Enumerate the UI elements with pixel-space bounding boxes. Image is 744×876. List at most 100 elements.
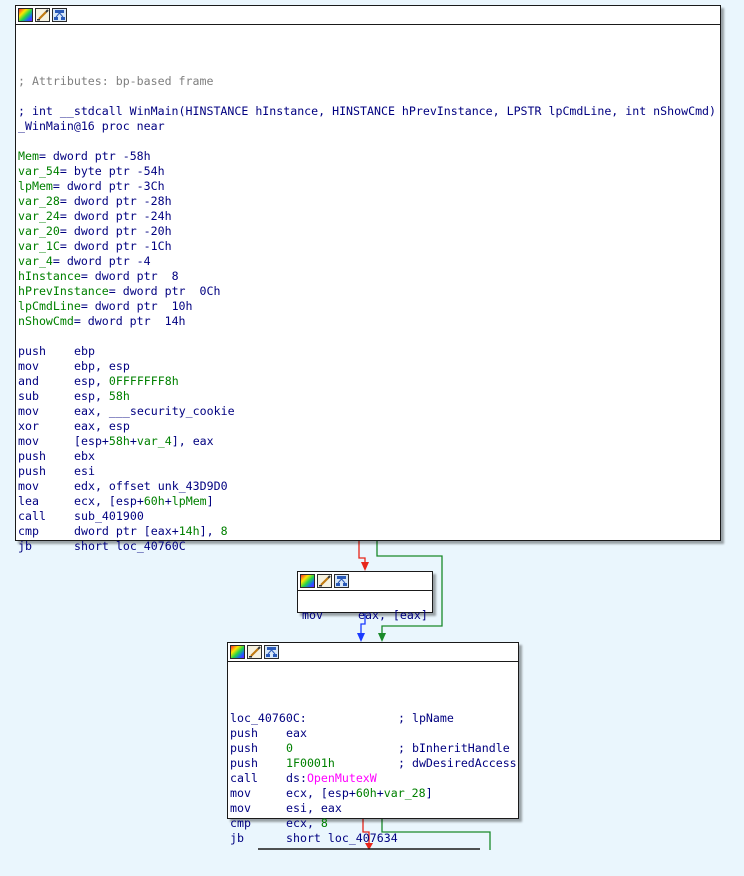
color-palette-icon[interactable]: [18, 8, 33, 22]
node-header: [16, 6, 720, 25]
stack-variable[interactable]: var_1C= dword ptr -1Ch: [18, 239, 720, 254]
operand-token: ___security_cookie: [108, 404, 235, 418]
operand-token[interactable]: OpenMutexW: [307, 771, 377, 785]
operand-token: ecx, [esp+: [74, 494, 144, 508]
operands: ebp, esp: [74, 359, 130, 373]
instruction-line[interactable]: mov ebp, esp: [18, 359, 720, 374]
instruction-line[interactable]: sub esp, 58h: [18, 389, 720, 404]
operand-token: 1F0001h: [286, 756, 335, 770]
variable-definition: = dword ptr -3Ch: [52, 179, 165, 193]
instruction-line[interactable]: call sub_401900: [18, 509, 720, 524]
stack-variable[interactable]: var_24= dword ptr -24h: [18, 209, 720, 224]
color-palette-icon[interactable]: [300, 574, 315, 588]
mnemonic: push: [18, 449, 46, 463]
graph-layout-icon[interactable]: [52, 8, 67, 22]
mnemonic: cmp: [18, 524, 39, 538]
operand-token: sub_401900: [74, 509, 144, 523]
operand-token: 8: [320, 816, 328, 830]
operand-token: 0: [286, 741, 293, 755]
graph-node-winmain[interactable]: ; Attributes: bp-based frame ; int __stdc…: [15, 5, 721, 553]
stack-variable[interactable]: var_20= dword ptr -20h: [18, 224, 720, 239]
operand-token: short loc_40760C: [74, 539, 186, 553]
operand-token: ],: [199, 524, 221, 538]
node-code-listing: loc_40760C: ; lpName push eax push 0 ; bInheri…: [228, 662, 518, 876]
variable-definition: = dword ptr 8: [80, 269, 179, 283]
instruction-line[interactable]: push ebp: [18, 344, 720, 359]
edit-pencil-icon[interactable]: [317, 574, 332, 588]
operand-token: 60h: [143, 494, 165, 508]
color-palette-icon[interactable]: [230, 645, 245, 659]
instruction-line[interactable]: lea ecx, [esp+60h+lpMem]: [18, 494, 720, 509]
operand-token: eax: [286, 726, 307, 740]
node-header: [228, 643, 518, 662]
operand-token: esi, eax: [286, 801, 342, 815]
instruction-line[interactable]: jb short loc_40760C: [18, 539, 720, 554]
operand-token: ds:: [286, 771, 307, 785]
instruction-line[interactable]: mov [esp+58h+var_4], eax: [18, 434, 720, 449]
instruction-line[interactable]: mov eax, [eax]: [302, 608, 432, 623]
stack-variable[interactable]: hPrevInstance= dword ptr 0Ch: [18, 284, 720, 299]
node-code-listing: ; Attributes: bp-based frame ; int __stdc…: [16, 25, 720, 584]
instruction-line[interactable]: mov eax, ___security_cookie: [18, 404, 720, 419]
operands: 1F0001h: [286, 756, 398, 771]
variable-definition: = dword ptr -1Ch: [59, 239, 172, 253]
variable-definition: = dword ptr -58h: [38, 149, 151, 163]
operands: ecx, [esp+60h+lpMem]: [74, 494, 214, 508]
mnemonic: call: [18, 509, 46, 523]
operand-token: 58h: [108, 434, 130, 448]
location-label-line[interactable]: loc_40760C: ; lpName: [230, 711, 518, 726]
proc-declaration[interactable]: _WinMain@16 proc near: [18, 119, 720, 134]
instruction-line[interactable]: mov esi, eax: [230, 801, 518, 816]
instruction-line[interactable]: jb short loc_407634: [230, 831, 518, 846]
instruction-line[interactable]: push esi: [18, 464, 720, 479]
operands: esp, 0FFFFFFF8h: [74, 374, 179, 388]
instruction-line[interactable]: push eax: [230, 726, 518, 741]
stack-variable[interactable]: var_54= byte ptr -54h: [18, 164, 720, 179]
edit-pencil-icon[interactable]: [247, 645, 262, 659]
graph-layout-icon[interactable]: [334, 574, 349, 588]
instruction-line[interactable]: cmp ecx, 8: [230, 816, 518, 831]
mnemonic: mov: [18, 479, 39, 493]
stack-variable[interactable]: Mem= dword ptr -58h: [18, 149, 720, 164]
operand-token: ]: [425, 786, 433, 800]
graph-node-deref[interactable]: mov eax, [eax]: [297, 571, 433, 622]
function-signature-comment: ; int __stdcall WinMain(HINSTANCE hInsta…: [18, 104, 717, 118]
stack-variable[interactable]: lpMem= dword ptr -3Ch: [18, 179, 720, 194]
instruction-line[interactable]: xor eax, esp: [18, 419, 720, 434]
graph-node-loc-40760c[interactable]: loc_40760C: ; lpName push eax push 0 ; bInheri…: [227, 642, 519, 845]
instruction-line[interactable]: call ds:OpenMutexW: [230, 771, 518, 786]
instruction-line[interactable]: push 0 ; bInheritHandle: [230, 741, 518, 756]
operand-token: eax,: [74, 404, 109, 418]
instruction-line[interactable]: push 1F0001h ; dwDesiredAccess: [230, 756, 518, 771]
edit-pencil-icon[interactable]: [35, 8, 50, 22]
mnemonic: call: [230, 771, 258, 785]
instruction-line[interactable]: mov edx, offset unk_43D9D0: [18, 479, 720, 494]
variable-definition: = dword ptr -20h: [59, 224, 172, 238]
instruction-line[interactable]: push ebx: [18, 449, 720, 464]
operands: ebx: [74, 449, 95, 463]
stack-variable[interactable]: nShowCmd= dword ptr 14h: [18, 314, 720, 329]
operand-token: ecx, [esp+: [286, 786, 356, 800]
variable-name: var_24: [18, 209, 60, 223]
stack-variable[interactable]: lpCmdLine= dword ptr 10h: [18, 299, 720, 314]
operands: sub_401900: [74, 509, 144, 523]
operand-token: ebx: [74, 449, 95, 463]
operands: eax: [286, 726, 307, 740]
graph-layout-icon[interactable]: [264, 645, 279, 659]
instruction-line[interactable]: and esp, 0FFFFFFF8h: [18, 374, 720, 389]
stack-variable[interactable]: var_28= dword ptr -28h: [18, 194, 720, 209]
variable-definition: = dword ptr 10h: [80, 299, 193, 313]
mnemonic: push: [230, 741, 258, 755]
stack-variable[interactable]: hInstance= dword ptr 8: [18, 269, 720, 284]
operand-token: 14h: [178, 524, 200, 538]
instruction-line[interactable]: mov ecx, [esp+60h+var_28]: [230, 786, 518, 801]
operands: ebp: [74, 344, 95, 358]
operands: eax, [eax]: [358, 608, 428, 622]
operand-token: esi: [74, 464, 95, 478]
operand-token: ebp, esp: [74, 359, 130, 373]
stack-variable[interactable]: var_4= dword ptr -4: [18, 254, 720, 269]
mnemonic: cmp: [230, 816, 251, 830]
operand-token: esp,: [74, 374, 109, 388]
instruction-line[interactable]: cmp dword ptr [eax+14h], 8: [18, 524, 720, 539]
operand-token: +: [376, 786, 384, 800]
